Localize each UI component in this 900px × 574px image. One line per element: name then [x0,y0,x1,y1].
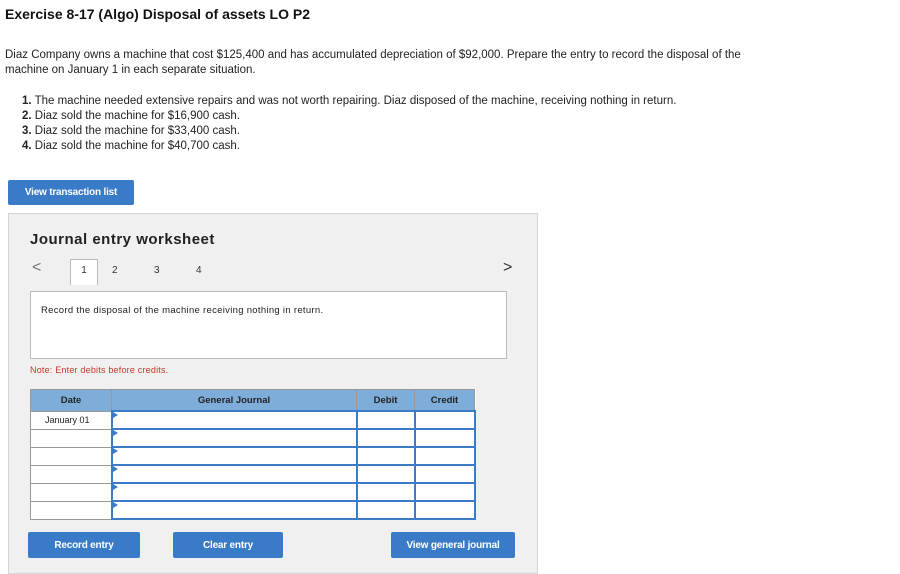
view-transaction-list-button[interactable]: View transaction list [8,180,134,205]
dropdown-marker-icon [112,448,118,454]
date-cell[interactable] [30,482,112,502]
instruction-box: Record the disposal of the machine recei… [30,291,507,359]
debit-input[interactable] [355,500,416,520]
problem-intro: Diaz Company owns a machine that cost $1… [5,49,741,76]
dropdown-marker-icon [112,430,118,436]
tab-2[interactable]: 2 [112,265,118,276]
tab-1[interactable]: 1 [70,259,98,285]
view-general-journal-button[interactable]: View general journal [391,532,515,558]
dropdown-marker-icon [112,484,118,490]
date-cell[interactable] [30,464,112,484]
clear-entry-button[interactable]: Clear entry [173,532,283,558]
debit-input[interactable] [355,428,416,448]
worksheet-title: Journal entry worksheet [30,231,215,248]
dropdown-marker-icon [112,466,118,472]
tab-3[interactable]: 3 [154,265,160,276]
exercise-title: Exercise 8-17 (Algo) Disposal of assets … [5,6,311,22]
debit-input[interactable] [355,482,416,502]
account-input[interactable] [110,464,358,484]
table-row [30,500,476,520]
table-row [30,482,476,502]
table-row [30,464,476,484]
debit-column-header: Debit [356,389,415,412]
dropdown-marker-icon [112,412,118,418]
credit-input[interactable] [413,500,476,520]
debit-input[interactable] [355,446,416,466]
account-input[interactable] [110,410,358,430]
record-entry-button[interactable]: Record entry [28,532,140,558]
dropdown-marker-icon [112,502,118,508]
situation-list: 1. The machine needed extensive repairs … [22,94,676,154]
account-input[interactable] [110,446,358,466]
credit-input[interactable] [413,446,476,466]
date-cell[interactable] [30,500,112,520]
tab-4[interactable]: 4 [196,265,202,276]
table-row [30,446,476,466]
date-cell[interactable] [30,446,112,466]
date-cell[interactable]: January 01 [30,410,112,430]
credit-column-header: Credit [414,389,475,412]
general-journal-column-header: General Journal [111,389,357,412]
journal-header-row: Date General Journal Debit Credit [30,389,475,412]
account-input[interactable] [110,500,358,520]
credit-input[interactable] [413,410,476,430]
credit-input[interactable] [413,464,476,484]
account-input[interactable] [110,482,358,502]
situation-item: 4. Diaz sold the machine for $40,700 cas… [22,140,240,152]
journal-table: Date General Journal Debit Credit Januar… [30,389,476,520]
debit-credit-note: Note: Enter debits before credits. [30,365,169,375]
debit-input[interactable] [355,464,416,484]
table-row [30,428,476,448]
date-cell[interactable] [30,428,112,448]
debit-input[interactable] [355,410,416,430]
chevron-left-icon[interactable]: < [32,259,41,277]
table-row: January 01 [30,410,476,430]
credit-input[interactable] [413,428,476,448]
situation-item: 1. The machine needed extensive repairs … [22,95,677,107]
date-column-header: Date [30,389,112,412]
chevron-right-icon[interactable]: > [503,259,512,277]
account-input[interactable] [110,428,358,448]
credit-input[interactable] [413,482,476,502]
situation-item: 3. Diaz sold the machine for $33,400 cas… [22,125,240,137]
situation-item: 2. Diaz sold the machine for $16,900 cas… [22,110,240,122]
